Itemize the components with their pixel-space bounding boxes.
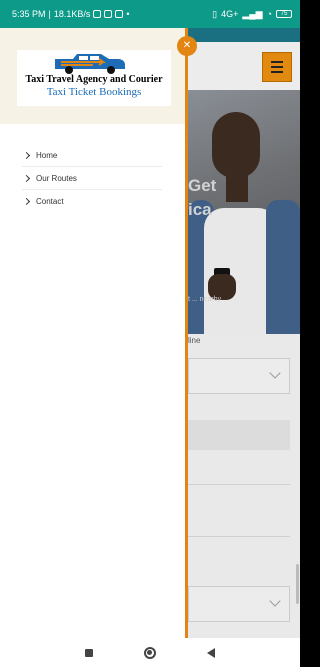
hamburger-line	[271, 66, 283, 68]
status-right: ▯ 4G+ ▂▄▆ ◔ 75	[212, 9, 292, 20]
chevron-right-icon	[22, 197, 31, 206]
notification-icon	[104, 10, 113, 18]
network-type: 4G+	[221, 9, 239, 19]
chevron-right-icon	[22, 151, 31, 159]
logo-subtitle: Taxi Ticket Bookings	[46, 86, 142, 98]
hero-title-line-2: ica	[188, 200, 212, 219]
hero-subtitle: t ... nearby	[188, 296, 222, 303]
nav-item-label: Our Routes	[36, 173, 77, 183]
more-notifications-icon: •	[126, 9, 130, 19]
notification-icon	[93, 10, 102, 18]
status-bar: 5:35 PM | 18.1KB/s • ▯ 4G+ ▂▄▆ ◔ 75	[0, 0, 300, 28]
hero-figure-part	[212, 112, 260, 178]
background-header	[188, 28, 300, 90]
logo-title: Taxi Travel Agency and Courier	[25, 74, 163, 85]
hero-image: Get ica t ... nearby	[188, 90, 300, 334]
chevron-down-icon	[269, 595, 281, 607]
drawer-header: Taxi Travel Agency and Courier Taxi Tick…	[0, 28, 185, 124]
form-label: line	[188, 336, 201, 345]
select-field[interactable]	[188, 586, 290, 622]
close-drawer-button[interactable]: ✕	[177, 36, 197, 56]
taxi-car-icon	[55, 54, 125, 74]
nav-item-label: Contact	[36, 197, 64, 206]
chevron-down-icon	[269, 367, 281, 379]
hero-title-line-1: Get	[188, 176, 217, 195]
hamburger-menu-button[interactable]	[262, 52, 292, 82]
status-speed: 18.1KB/s	[53, 9, 91, 19]
hamburger-line	[271, 71, 283, 73]
hero-figure-part	[266, 200, 300, 334]
background-page: Get ica t ... nearby line	[188, 28, 300, 638]
chevron-right-icon	[22, 174, 31, 182]
company-logo[interactable]: Taxi Travel Agency and Courier Taxi Tick…	[17, 50, 171, 106]
home-dot	[147, 650, 153, 655]
battery-icon: 75	[276, 10, 292, 18]
wifi-icon: ◔	[266, 9, 272, 19]
navigation-drawer: Taxi Travel Agency and Courier Taxi Tick…	[0, 28, 188, 638]
status-left: 5:35 PM | 18.1KB/s •	[12, 9, 212, 19]
route-select[interactable]	[188, 358, 290, 394]
back-button[interactable]	[206, 647, 215, 658]
nav-item-our-routes[interactable]: Our Routes	[22, 167, 162, 190]
hamburger-line	[271, 61, 283, 63]
nav-item-home[interactable]: Home	[22, 144, 162, 167]
divider	[188, 484, 290, 485]
booking-form: line	[188, 334, 300, 638]
drawer-nav-list: Home Our Routes Contact	[22, 144, 162, 213]
recent-apps-button[interactable]	[85, 648, 94, 657]
signal-icon: ▂▄▆	[242, 8, 263, 19]
status-separator: |	[48, 9, 51, 19]
header-strip	[188, 28, 300, 42]
nav-item-label: Home	[36, 150, 58, 160]
mail-icon	[115, 10, 124, 18]
system-navigation-bar	[0, 638, 300, 667]
scrollbar[interactable]	[296, 564, 299, 604]
nav-item-contact[interactable]: Contact	[22, 190, 162, 213]
close-icon: ✕	[182, 40, 192, 51]
home-button[interactable]	[143, 646, 156, 659]
status-time: 5:35 PM	[12, 9, 46, 19]
form-field[interactable]	[188, 420, 290, 450]
vibrate-icon: ▯	[212, 8, 218, 19]
divider	[188, 536, 290, 537]
